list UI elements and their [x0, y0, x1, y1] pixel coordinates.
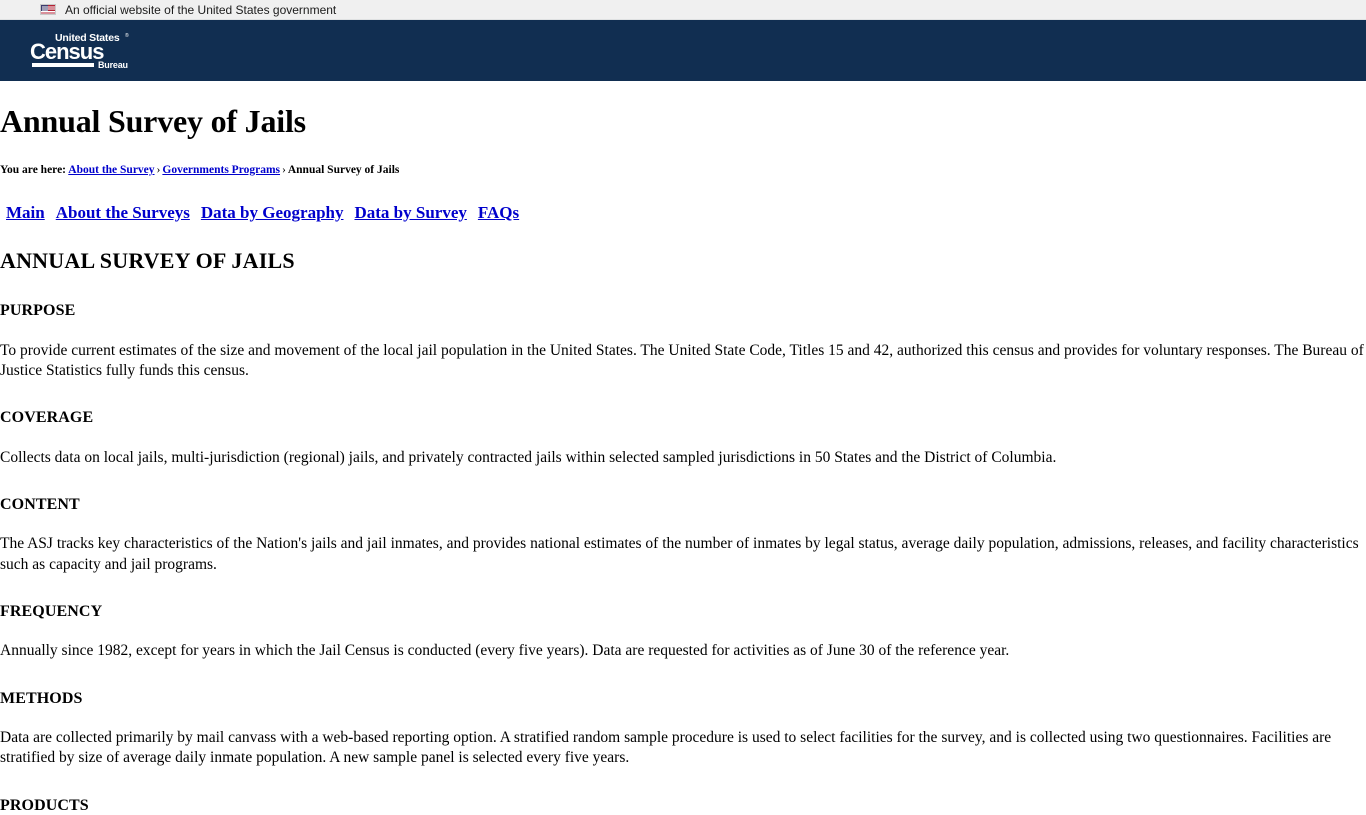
section-title-products: PRODUCTS — [0, 796, 89, 814]
section-title-methods: METHODS — [0, 689, 83, 707]
section-title-content: CONTENT — [0, 496, 80, 514]
breadcrumb-separator: › — [282, 163, 286, 176]
census-header-bar: United States ® Census Bureau — [0, 20, 1366, 81]
page-title: Annual Survey of Jails — [0, 103, 306, 139]
us-flag-icon — [40, 4, 56, 15]
section-text-content: The ASJ tracks key characteristics of th… — [0, 535, 1359, 573]
section-title-frequency: FREQUENCY — [0, 603, 103, 621]
nav-link-data-by-survey[interactable]: Data by Survey — [354, 203, 466, 222]
section-text-purpose: To provide current estimates of the size… — [0, 341, 1364, 380]
gov-banner-text: An official website of the United States… — [65, 2, 337, 17]
nav-link-data-by-geography[interactable]: Data by Geography — [201, 203, 344, 222]
breadcrumb-prefix: You are here: — [0, 163, 67, 176]
svg-text:Bureau: Bureau — [98, 60, 128, 70]
census-logo-graphic: United States ® Census Bureau — [30, 32, 129, 70]
section-text-coverage: Collects data on local jails, multi-juri… — [0, 448, 1057, 466]
section-text-methods: Data are collected primarily by mail can… — [0, 729, 1332, 767]
breadcrumb-current-page: Annual Survey of Jails — [287, 163, 400, 176]
breadcrumb: You are here: About the Survey › Governmen… — [0, 164, 1366, 178]
section-text-frequency: Annually since 1982, except for years in… — [0, 642, 1010, 660]
section-title-coverage: COVERAGE — [0, 409, 94, 427]
nav-link-faqs[interactable]: FAQs — [478, 203, 519, 222]
census-bureau-logo[interactable]: United States ® Census Bureau — [30, 30, 134, 72]
official-government-banner: An official website of the United States… — [0, 0, 1366, 20]
nav-link-about-the-surveys[interactable]: About the Surveys — [56, 203, 190, 222]
svg-text:Census: Census — [30, 39, 104, 64]
section-title-purpose: PURPOSE — [0, 302, 76, 320]
nav-link-main[interactable]: Main — [6, 203, 45, 222]
main-navigation: Main About the Surveys Data by Geography Da… — [0, 203, 1366, 223]
breadcrumb-link-governments-programs[interactable]: Governments Programs — [162, 164, 280, 176]
breadcrumb-link-about-the-survey[interactable]: About the Survey — [68, 164, 154, 176]
svg-text:®: ® — [125, 32, 129, 39]
content-heading: ANNUAL SURVEY OF JAILS — [0, 247, 295, 273]
page-content: Annual Survey of Jails You are here: Abo… — [0, 103, 1366, 815]
